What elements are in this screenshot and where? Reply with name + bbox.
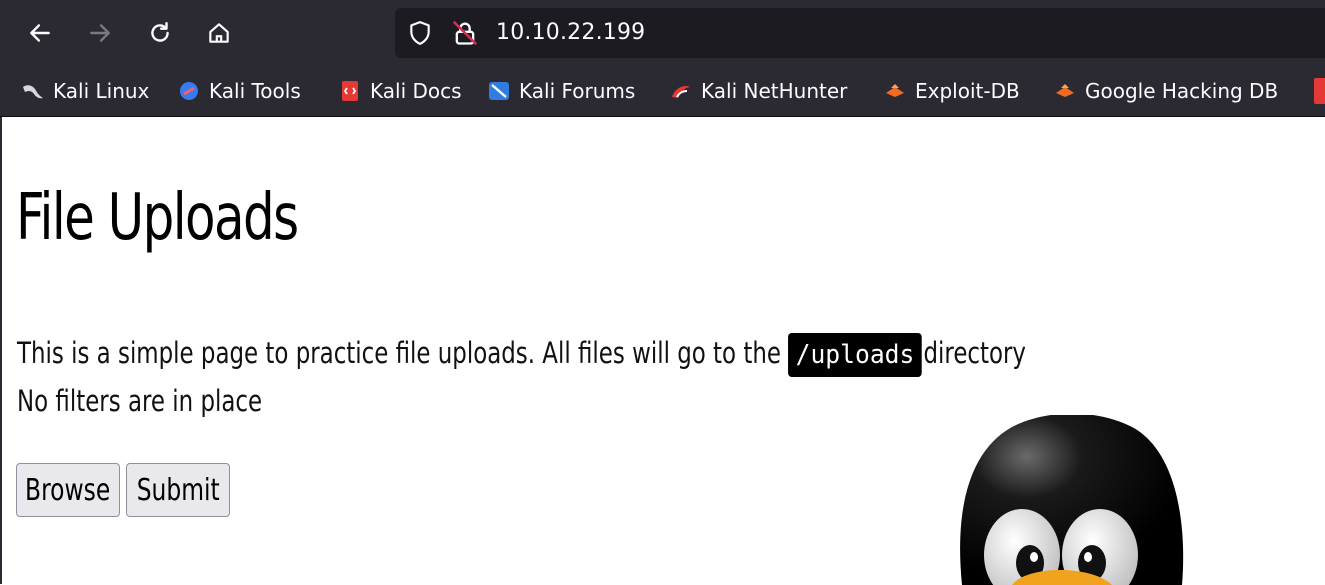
kali-dragon-icon xyxy=(20,78,46,104)
browse-button[interactable]: Browse xyxy=(16,463,120,517)
description-text: This is a simple page to practice file u… xyxy=(17,336,781,370)
insecure-lock-icon[interactable] xyxy=(451,19,479,47)
bookmark-kali-nethunter[interactable]: Kali NetHunter xyxy=(668,76,847,106)
bookmark-kali-tools[interactable]: Kali Tools xyxy=(176,76,301,106)
browser-chrome: 10.10.22.199 Kali Linux Kali Tools Kali … xyxy=(0,0,1325,117)
page-title: File Uploads xyxy=(16,181,299,255)
page-description: This is a simple page to practice file u… xyxy=(17,329,1044,425)
back-button[interactable] xyxy=(21,14,59,52)
kali-docs-icon xyxy=(337,78,363,104)
bookmark-kali-forums[interactable]: Kali Forums xyxy=(486,76,635,106)
bookmark-overflow-partial[interactable] xyxy=(1314,78,1325,104)
address-bar[interactable]: 10.10.22.199 xyxy=(395,8,1325,58)
reload-button[interactable] xyxy=(141,14,179,52)
bookmark-kali-linux[interactable]: Kali Linux xyxy=(20,76,149,106)
bookmark-kali-docs[interactable]: Kali Docs xyxy=(337,76,462,106)
bookmarks-toolbar: Kali Linux Kali Tools Kali Docs Kali For… xyxy=(0,66,1325,116)
kali-nethunter-icon xyxy=(668,78,694,104)
kali-forums-icon xyxy=(486,78,512,104)
url-text[interactable]: 10.10.22.199 xyxy=(496,20,645,45)
exploit-db-icon xyxy=(882,78,908,104)
reload-icon xyxy=(151,22,169,42)
kali-tools-icon xyxy=(176,78,202,104)
submit-button[interactable]: Submit xyxy=(126,463,230,517)
shield-icon[interactable] xyxy=(407,20,433,46)
home-button[interactable] xyxy=(200,14,238,52)
navigation-toolbar: 10.10.22.199 xyxy=(0,0,1325,66)
page-content: File Uploads This is a simple page to pr… xyxy=(0,117,1325,585)
description-line: This is a simple page to practice file u… xyxy=(17,329,1044,377)
bookmark-exploit-db[interactable]: Exploit-DB xyxy=(882,76,1020,106)
ghdb-icon xyxy=(1052,78,1078,104)
bookmark-google-hacking-db[interactable]: Google Hacking DB xyxy=(1052,76,1278,106)
upload-path-code: /uploads xyxy=(788,333,923,377)
description-suffix: directory xyxy=(923,336,1027,370)
filters-note: No filters are in place xyxy=(17,384,263,418)
arrow-left-icon xyxy=(30,24,50,42)
arrow-right-icon xyxy=(90,24,110,42)
home-icon xyxy=(209,23,229,43)
forward-button[interactable] xyxy=(81,14,119,52)
tux-penguin-image xyxy=(960,415,1184,585)
